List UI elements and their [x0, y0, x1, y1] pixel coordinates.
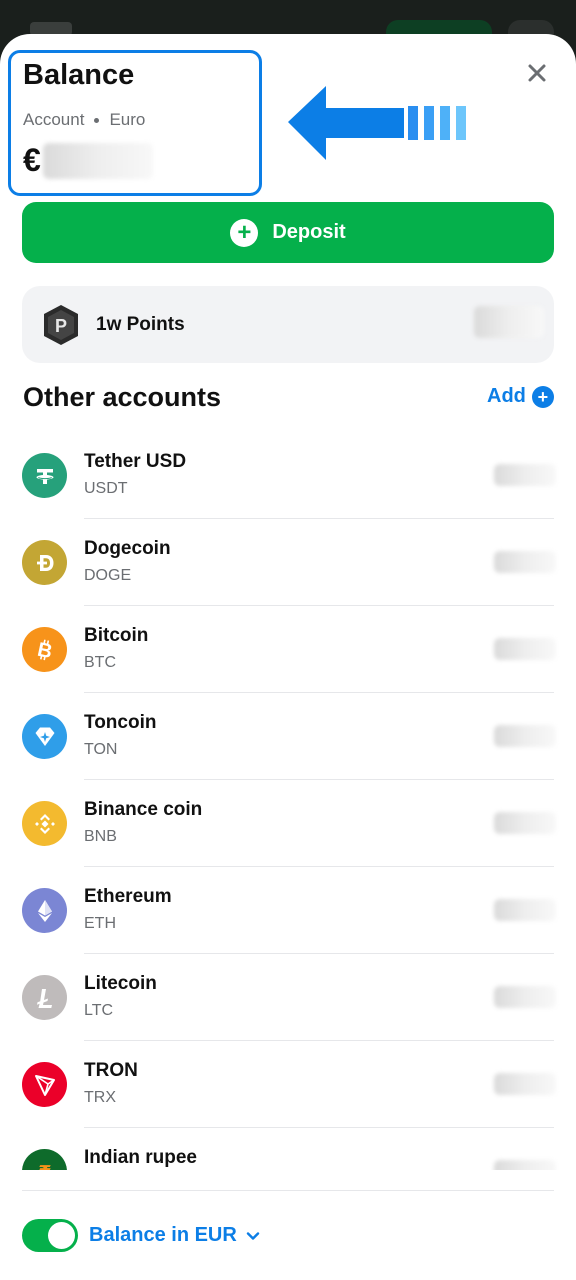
tether-icon — [22, 453, 67, 498]
arrow-pointer-icon — [288, 86, 466, 160]
add-account-button[interactable]: Add + — [487, 385, 554, 408]
account-row-eth[interactable]: Ethereum ETH — [0, 867, 576, 954]
toncoin-icon — [22, 714, 67, 759]
account-ticker: BNB — [84, 828, 117, 845]
deposit-button[interactable]: + Deposit — [22, 202, 554, 263]
close-icon — [528, 64, 546, 82]
account-ticker: USDT — [84, 480, 128, 497]
account-amount-blurred — [494, 812, 556, 834]
account-amount-blurred — [494, 1160, 556, 1170]
account-name: Ethereum — [84, 886, 172, 907]
account-ticker: TRX — [84, 1089, 116, 1106]
dogecoin-icon — [22, 540, 67, 585]
account-ticker: LTC — [84, 1002, 114, 1019]
account-name: Bitcoin — [84, 625, 149, 646]
footer-bar: Balance in EUR — [0, 1190, 576, 1280]
plus-icon: + — [230, 218, 259, 247]
balance-amount: € — [23, 142, 153, 179]
balance-currency-label: Balance in EUR — [89, 1224, 237, 1246]
balance-sheet: Balance Account Euro € + Deposit P 1w Po… — [0, 34, 576, 1280]
account-label: Account — [23, 110, 85, 129]
account-row-trx[interactable]: TRON TRX — [0, 1041, 576, 1128]
account-amount-blurred — [494, 551, 556, 573]
add-plus-icon: + — [531, 385, 554, 408]
account-row-usdt[interactable]: Tether USD USDT — [0, 432, 576, 519]
section-title-other-accounts: Other accounts — [23, 382, 222, 412]
litecoin-icon — [22, 975, 67, 1020]
close-button[interactable] — [520, 56, 554, 90]
rupee-icon: ₹ — [22, 1149, 67, 1170]
add-label: Add — [487, 385, 526, 407]
account-amount-blurred — [494, 899, 556, 921]
account-subtitle: Account Euro — [23, 110, 145, 130]
account-row-ltc[interactable]: Litecoin LTC — [0, 954, 576, 1041]
points-label: 1w Points — [96, 313, 185, 335]
currency-name: Euro — [109, 110, 146, 129]
account-row-doge[interactable]: Dogecoin DOGE — [0, 519, 576, 606]
account-name: Tether USD — [84, 451, 187, 472]
account-amount-blurred — [494, 638, 556, 660]
ethereum-icon — [22, 888, 67, 933]
account-row-inr[interactable]: ₹ Indian rupee — [0, 1128, 576, 1170]
account-ticker: BTC — [84, 654, 116, 671]
account-name: Binance coin — [84, 799, 203, 820]
page-title: Balance — [23, 59, 135, 91]
toggle-knob — [48, 1222, 75, 1249]
account-row-ton[interactable]: Toncoin TON — [0, 693, 576, 780]
account-amount-blurred — [494, 986, 556, 1008]
binance-icon — [22, 801, 67, 846]
balance-value-blurred — [42, 142, 153, 179]
account-ticker: DOGE — [84, 567, 132, 584]
points-badge-icon: P — [44, 304, 78, 345]
account-name: TRON — [84, 1060, 138, 1081]
account-ticker: ETH — [84, 915, 116, 932]
account-amount-blurred — [494, 1073, 556, 1095]
balance-currency-selector[interactable]: Balance in EUR — [89, 1224, 261, 1247]
points-value-blurred — [474, 306, 544, 338]
account-name: Toncoin — [84, 712, 157, 733]
bitcoin-icon: B — [22, 627, 67, 672]
balance-currency-toggle[interactable] — [22, 1219, 78, 1252]
account-amount-blurred — [494, 725, 556, 747]
account-row-btc[interactable]: B Bitcoin BTC — [0, 606, 576, 693]
account-name: Indian rupee — [84, 1147, 197, 1168]
divider — [22, 1190, 554, 1191]
currency-symbol: € — [23, 142, 41, 178]
accounts-list: Tether USD USDT Dogecoin DOGE B Bitcoin … — [0, 432, 576, 1170]
tron-icon — [22, 1062, 67, 1107]
account-row-bnb[interactable]: Binance coin BNB — [0, 780, 576, 867]
chevron-down-icon — [246, 1231, 260, 1240]
account-ticker: TON — [84, 741, 118, 758]
separator-dot — [94, 117, 100, 123]
svg-text:₹: ₹ — [38, 1162, 51, 1171]
deposit-label: Deposit — [272, 221, 346, 243]
points-card[interactable]: P 1w Points — [22, 286, 554, 363]
account-amount-blurred — [494, 464, 556, 486]
svg-text:P: P — [55, 316, 67, 336]
account-name: Dogecoin — [84, 538, 171, 559]
account-name: Litecoin — [84, 973, 157, 994]
